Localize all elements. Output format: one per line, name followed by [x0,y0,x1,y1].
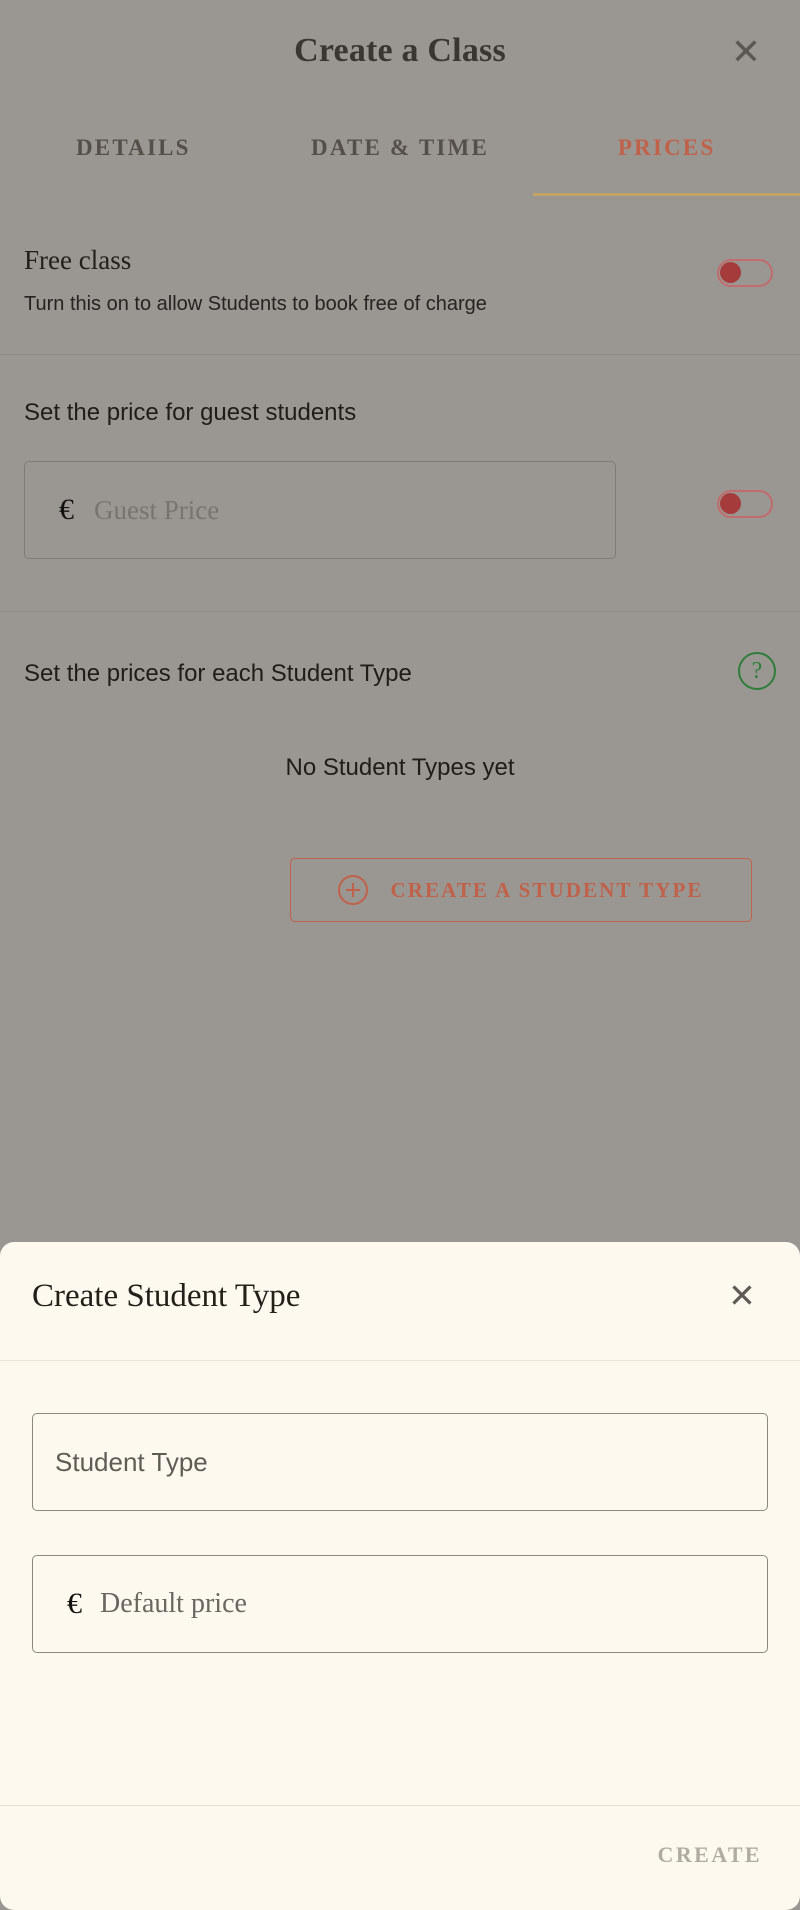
create-student-type-label: CREATE A STUDENT TYPE [390,877,704,902]
tab-date-time[interactable]: DATE & TIME [267,118,534,206]
free-class-toggle[interactable] [717,259,773,287]
guest-price-toggle[interactable] [717,490,773,518]
sheet-footer: CREATE [0,1805,800,1910]
modal-header: Create a Class ✕ [0,0,800,118]
euro-icon: € [59,493,74,526]
toggle-knob [720,493,741,514]
free-class-section: Free class Turn this on to allow Student… [0,207,800,354]
student-type-name-input[interactable]: Student Type [32,1413,768,1511]
student-types-label: Set the prices for each Student Type [24,660,412,687]
close-icon[interactable]: ✕ [724,30,768,74]
student-types-section: Set the prices for each Student Type ? N… [0,612,800,962]
page-title: Create a Class [294,32,506,69]
guest-price-section: Set the price for guest students € Guest… [0,355,800,611]
euro-icon: € [67,1587,82,1620]
create-student-type-sheet: Create Student Type ✕ Student Type € Def… [0,1242,800,1910]
tab-details[interactable]: DETAILS [0,118,267,206]
create-class-modal: Create a Class ✕ DETAILS DATE & TIME PRI… [0,0,800,1240]
question-mark-icon[interactable]: ? [738,652,776,690]
default-price-placeholder: Default price [100,1588,247,1619]
sheet-body: Student Type € Default price [0,1361,800,1653]
guest-price-input[interactable]: € Guest Price [24,461,616,559]
tab-prices[interactable]: PRICES [533,118,800,206]
close-icon[interactable]: ✕ [720,1274,764,1318]
sheet-title: Create Student Type [32,1278,301,1314]
create-student-type-button[interactable]: CREATE A STUDENT TYPE [290,858,752,922]
empty-state-message: No Student Types yet [285,754,515,781]
sheet-header: Create Student Type ✕ [0,1242,800,1361]
student-type-name-placeholder: Student Type [55,1446,208,1477]
default-price-input[interactable]: € Default price [32,1555,768,1653]
create-button[interactable]: CREATE [648,1836,772,1874]
plus-circle-icon [338,875,369,905]
toggle-knob [720,262,741,283]
tab-bar: DETAILS DATE & TIME PRICES [0,118,800,206]
free-class-description: Turn this on to allow Students to book f… [24,293,487,315]
guest-price-placeholder: Guest Price [94,494,220,525]
free-class-title: Free class [24,245,132,275]
guest-price-label: Set the price for guest students [24,399,357,426]
